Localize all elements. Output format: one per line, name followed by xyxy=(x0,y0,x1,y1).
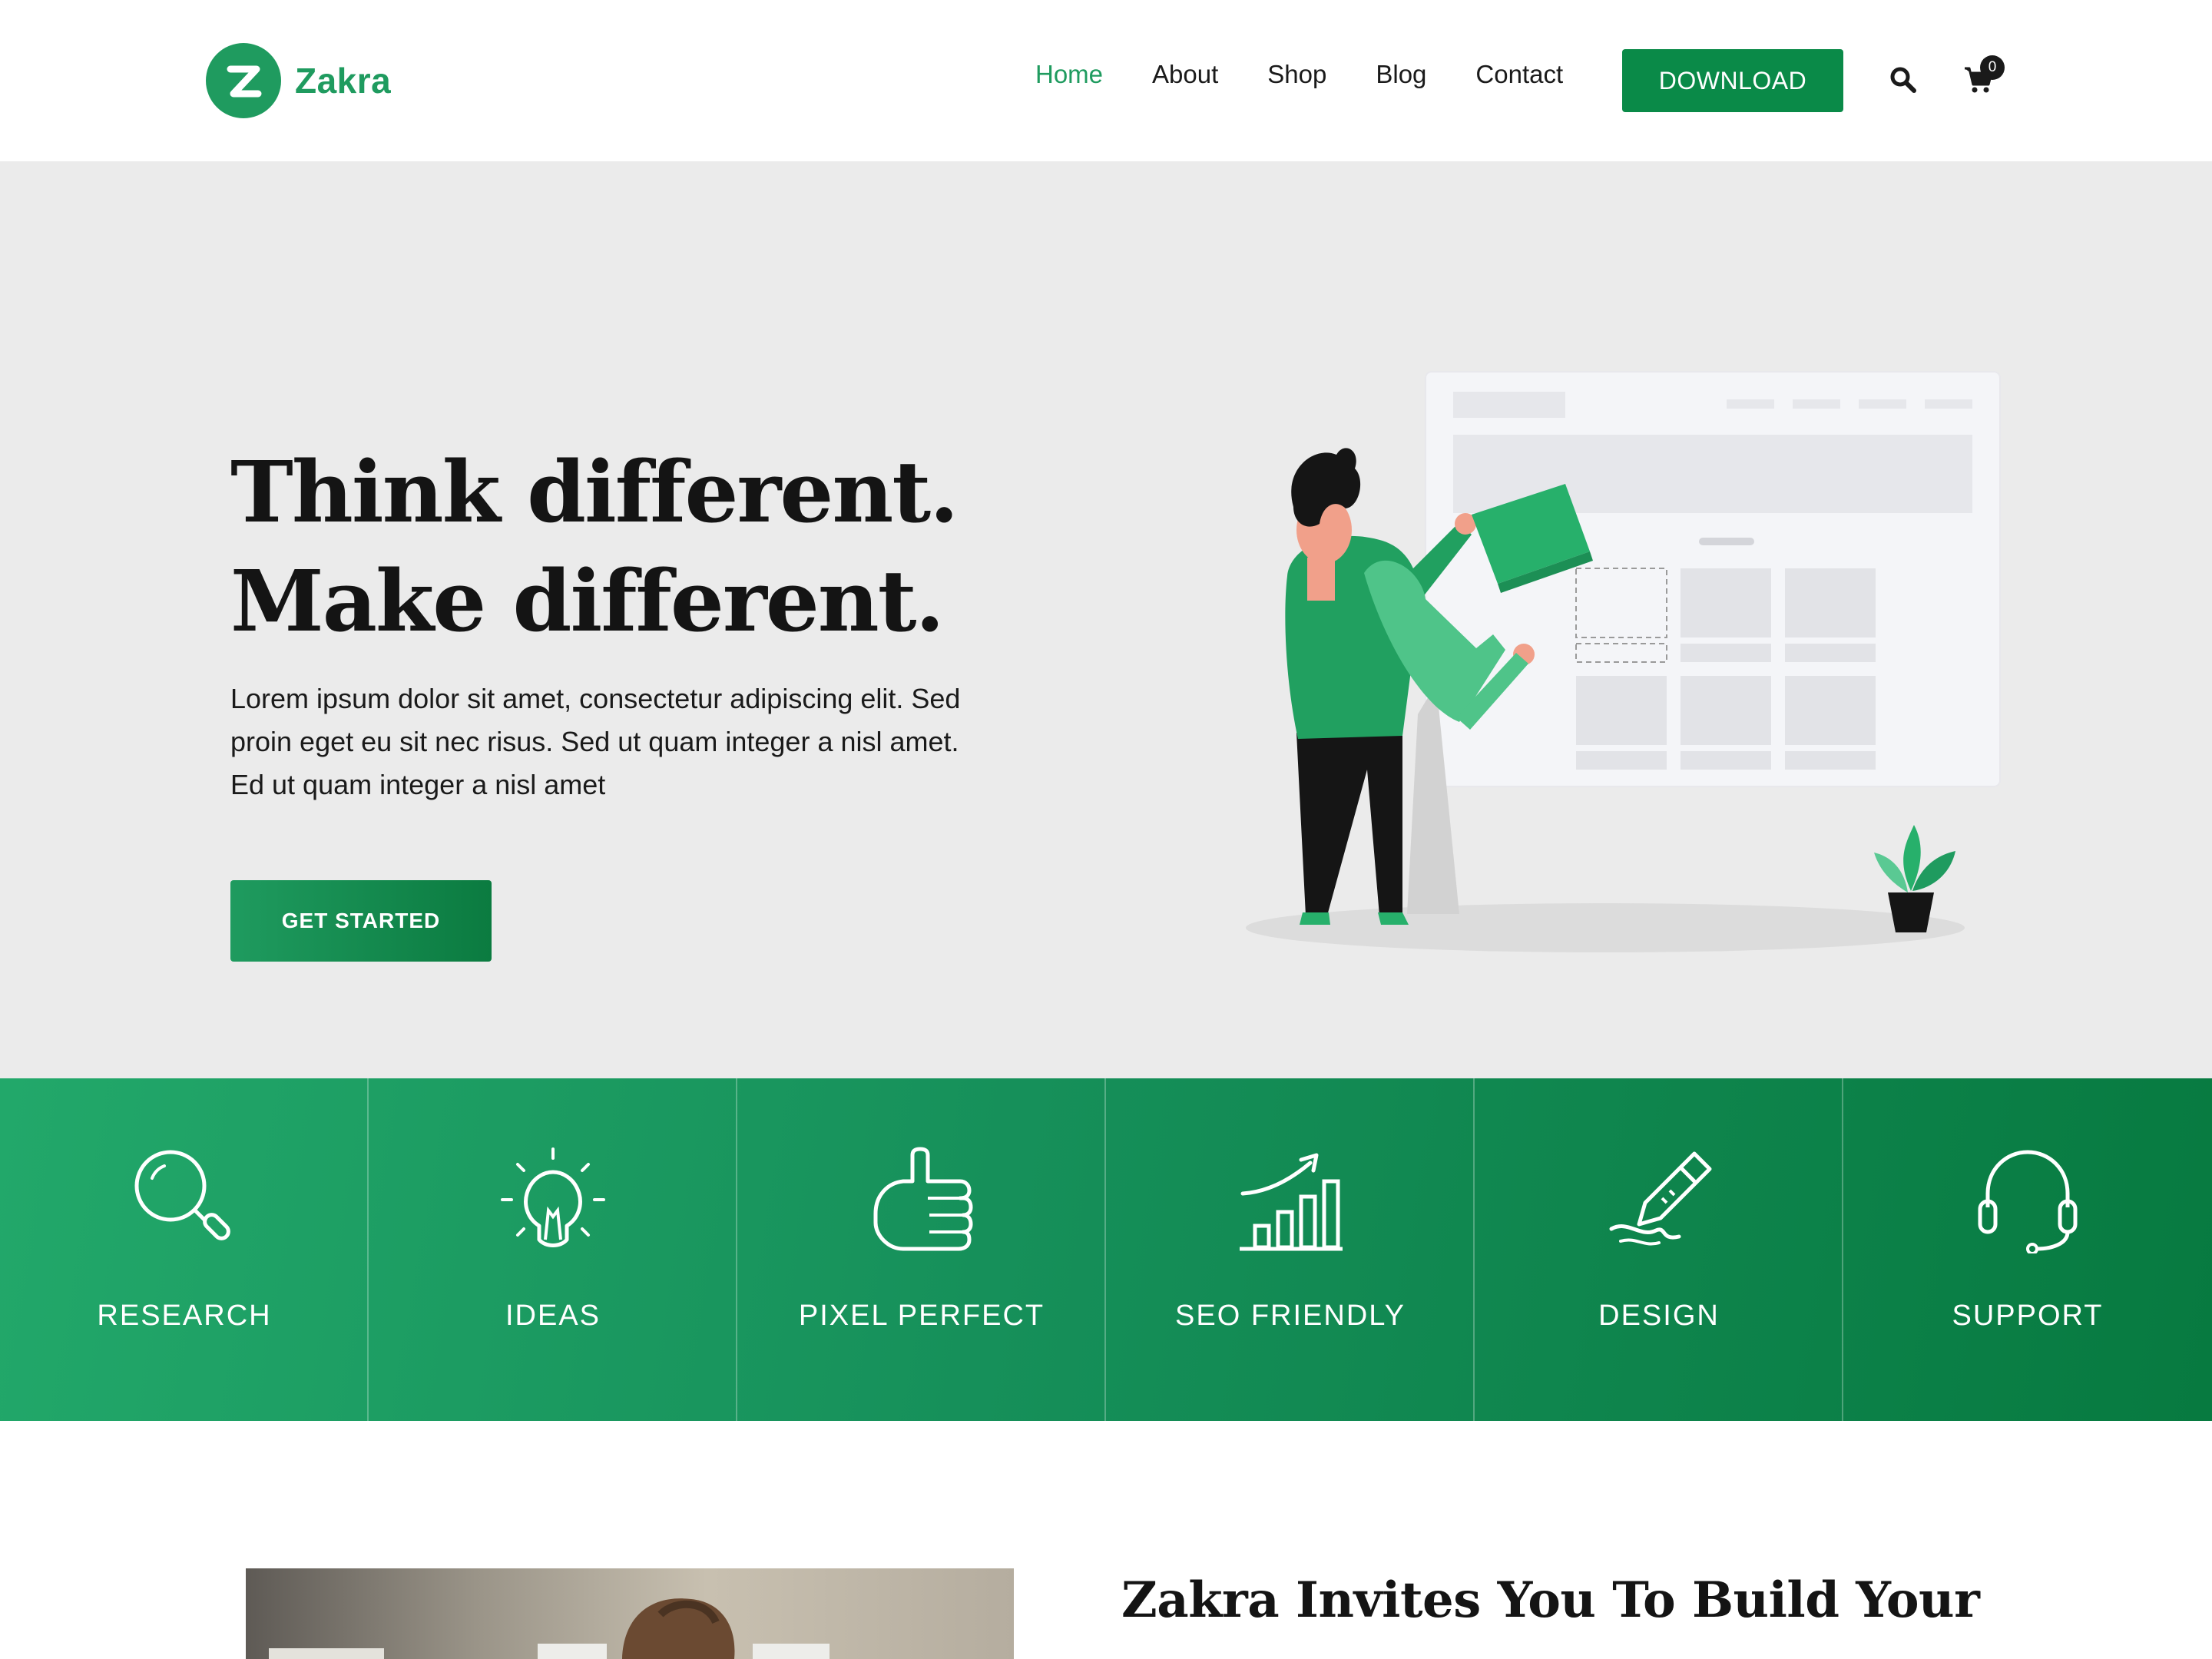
hero-title-line-2: Make different. xyxy=(230,551,945,651)
nav-item-about[interactable]: About xyxy=(1152,60,1218,89)
feature-support[interactable]: SUPPORT xyxy=(1843,1078,2212,1421)
hero-description: Lorem ipsum dolor sit amet, consectetur … xyxy=(230,683,961,800)
feature-label: DESIGN xyxy=(1598,1300,1720,1332)
cart-count-badge: 0 xyxy=(1980,55,2005,80)
feature-seo-friendly[interactable]: SEO FRIENDLY xyxy=(1106,1078,1475,1421)
nav-item-blog[interactable]: Blog xyxy=(1376,60,1426,89)
feature-ideas[interactable]: IDEAS xyxy=(369,1078,737,1421)
get-started-button[interactable]: GET STARTED xyxy=(230,880,492,962)
hero-section: Think different. Make different. Lorem i… xyxy=(0,161,2212,1078)
search-icon[interactable] xyxy=(1889,66,1917,94)
nav-item-contact[interactable]: Contact xyxy=(1475,60,1563,89)
download-button[interactable]: DOWNLOAD xyxy=(1622,49,1843,112)
hero-title-line-1: Think different. xyxy=(230,442,959,541)
hero-title: Think different. Make different. xyxy=(230,438,959,656)
hero-illustration xyxy=(1229,253,2043,1022)
site-header: Zakra Home About Shop Blog Contact DOWNL… xyxy=(0,0,2212,161)
nav-item-shop[interactable]: Shop xyxy=(1267,60,1326,89)
feature-research[interactable]: RESEARCH xyxy=(0,1078,369,1421)
feature-label: PIXEL PERFECT xyxy=(798,1300,1045,1332)
main-nav: Home About Shop Blog Contact xyxy=(1035,60,1612,89)
pen-icon xyxy=(1609,1151,1712,1246)
feature-design[interactable]: DESIGN xyxy=(1475,1078,1843,1421)
growth-chart-icon xyxy=(1240,1153,1343,1251)
feature-pixel-perfect[interactable]: PIXEL PERFECT xyxy=(737,1078,1106,1421)
headset-icon xyxy=(1978,1150,2078,1253)
feature-label: SEO FRIENDLY xyxy=(1175,1300,1406,1332)
section-title: Zakra Invites You To Build Your xyxy=(1121,1571,1980,1629)
site-logo[interactable]: Zakra xyxy=(206,43,391,118)
features-strip: RESEARCH IDEAS PIXEL PERFECT SEO FRIENDL… xyxy=(0,1078,2212,1421)
feature-label: IDEAS xyxy=(505,1300,601,1332)
about-section: Zakra Invites You To Build Your xyxy=(0,1421,2212,1659)
thumbs-up-icon xyxy=(873,1147,973,1251)
about-photo xyxy=(246,1568,1014,1659)
logo-icon xyxy=(206,43,281,118)
magnifier-icon xyxy=(134,1150,230,1240)
logo-text: Zakra xyxy=(295,61,392,101)
lightbulb-icon xyxy=(501,1147,605,1247)
feature-label: SUPPORT xyxy=(1952,1300,2104,1332)
feature-label: RESEARCH xyxy=(97,1300,272,1332)
nav-item-home[interactable]: Home xyxy=(1035,60,1103,89)
